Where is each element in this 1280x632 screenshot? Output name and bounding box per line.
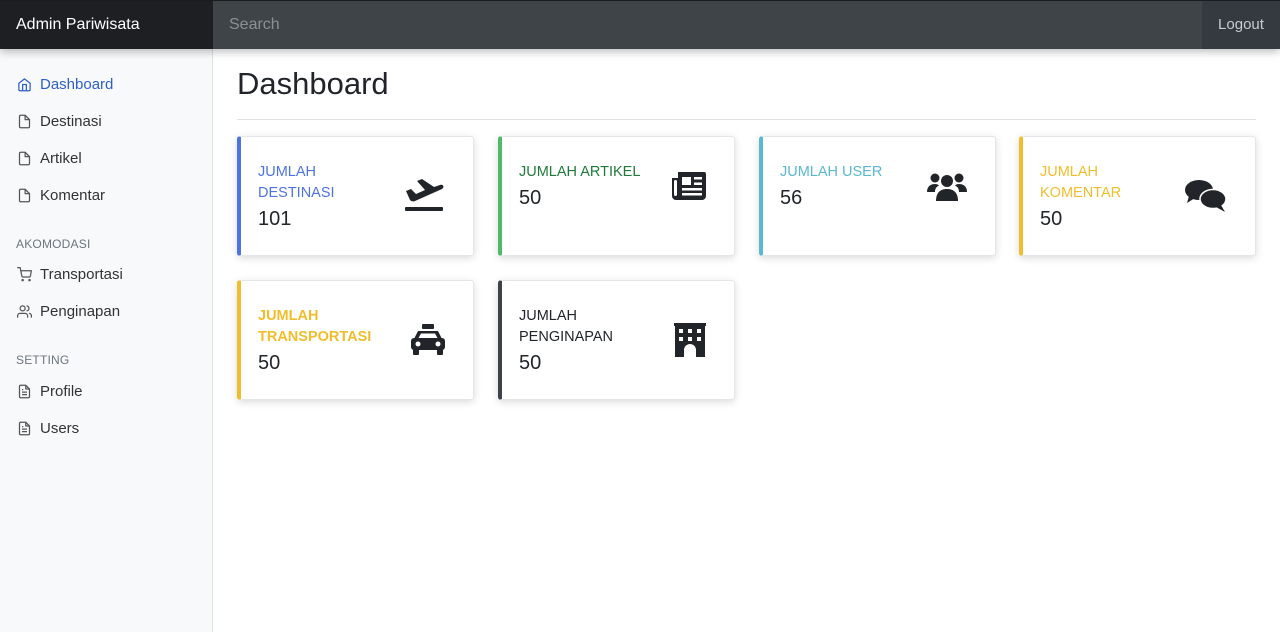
brand-title[interactable]: Admin Pariwisata	[0, 1, 213, 49]
stat-card-destinasi[interactable]: JUMLAH DESTINASI 101	[237, 136, 474, 256]
card-value: 56	[780, 187, 803, 209]
newspaper-icon	[672, 170, 706, 200]
card-value: 50	[258, 352, 281, 374]
users-icon	[16, 303, 32, 319]
card-label: JUMLAH KOMENTAR	[1040, 164, 1122, 201]
stat-card-penginapan[interactable]: JUMLAH PENGINAPAN 50	[498, 280, 735, 400]
shopping-cart-icon	[16, 266, 32, 282]
sidebar-item-label: Komentar	[40, 186, 106, 204]
sidebar-item-label: Dashboard	[40, 75, 114, 93]
stat-card-artikel[interactable]: JUMLAH ARTIKEL 50	[498, 136, 735, 256]
card-value: 50	[519, 352, 542, 374]
card-label: JUMLAH TRANSPORTASI	[258, 308, 372, 345]
sidebar-item-label: Users	[40, 419, 80, 437]
sidebar-item-dashboard[interactable]: Dashboard	[16, 72, 113, 96]
sidebar-item-profile[interactable]: Profile	[16, 379, 83, 403]
users-icon	[927, 170, 967, 202]
section-heading-akomodasi: AKOMODASI	[16, 237, 91, 251]
sidebar: Dashboard Destinasi Artikel Komentar AKO…	[0, 49, 213, 632]
stat-card-user[interactable]: JUMLAH USER 56	[759, 136, 996, 256]
card-value: 50	[519, 187, 542, 209]
sidebar-item-destinasi[interactable]: Destinasi	[16, 109, 102, 133]
sidebar-item-label: Transportasi	[40, 265, 123, 283]
sidebar-item-label: Destinasi	[40, 112, 102, 130]
card-label: JUMLAH PENGINAPAN	[519, 308, 614, 345]
sidebar-item-penginapan[interactable]: Penginapan	[16, 299, 120, 323]
sidebar-item-users[interactable]: Users	[16, 416, 79, 440]
page-title: Dashboard	[237, 66, 389, 101]
search-input[interactable]	[213, 1, 1202, 49]
top-navbar: Admin Pariwisata Logout	[0, 0, 1280, 49]
card-value: 101	[258, 208, 292, 230]
logout-link[interactable]: Logout	[1202, 1, 1280, 49]
card-value: 50	[1040, 208, 1063, 230]
home-icon	[16, 76, 32, 92]
sidebar-item-label: Artikel	[40, 149, 82, 167]
stat-card-transportasi[interactable]: JUMLAH TRANSPORTASI 50	[237, 280, 474, 400]
card-label: JUMLAH ARTIKEL	[519, 164, 641, 180]
card-label: JUMLAH DESTINASI	[258, 164, 335, 201]
comments-icon	[1185, 179, 1227, 213]
file-text-icon	[16, 383, 32, 399]
plane-departure-icon	[403, 177, 445, 213]
taxi-icon	[411, 324, 445, 356]
sidebar-item-artikel[interactable]: Artikel	[16, 146, 82, 170]
file-icon	[16, 113, 32, 129]
file-icon	[16, 187, 32, 203]
hotel-icon	[674, 323, 706, 357]
sidebar-item-transportasi[interactable]: Transportasi	[16, 262, 123, 286]
section-heading-setting: SETTING	[16, 353, 70, 367]
file-text-icon	[16, 420, 32, 436]
title-divider	[237, 119, 1256, 120]
file-icon	[16, 150, 32, 166]
stat-card-komentar[interactable]: JUMLAH KOMENTAR 50	[1019, 136, 1256, 256]
sidebar-item-label: Profile	[40, 382, 83, 400]
card-label: JUMLAH USER	[780, 164, 883, 180]
sidebar-item-komentar[interactable]: Komentar	[16, 183, 105, 207]
sidebar-item-label: Penginapan	[40, 302, 121, 320]
